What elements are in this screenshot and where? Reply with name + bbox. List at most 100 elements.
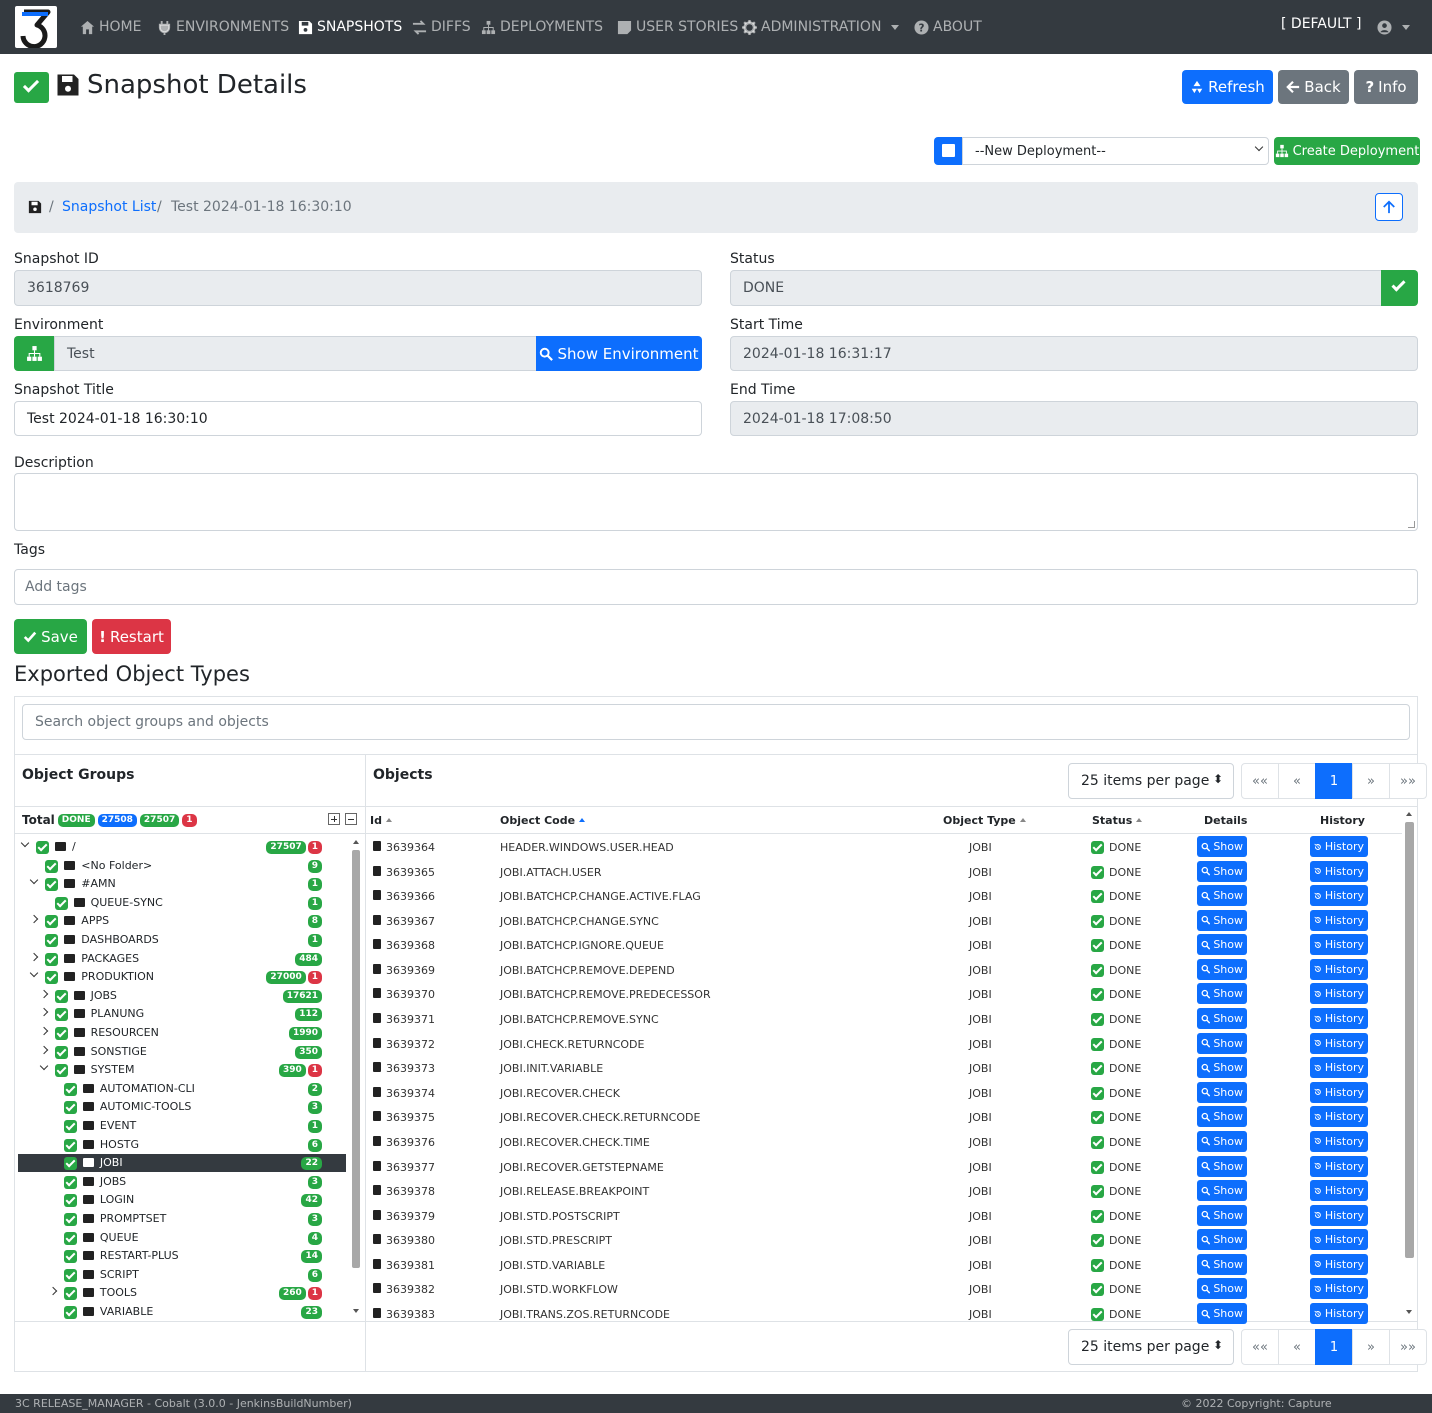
breadcrumb-snapshot-list-link[interactable]: Snapshot List xyxy=(62,199,156,215)
history-button[interactable]: History xyxy=(1310,1081,1368,1103)
tree-node[interactable]: PROMPTSET 3 xyxy=(18,1210,346,1228)
show-details-button[interactable]: Show xyxy=(1197,909,1247,931)
save-button[interactable]: Save xyxy=(14,619,87,654)
tree-node[interactable]: EVENT 1 xyxy=(18,1117,346,1135)
tree-node[interactable]: JOBS 17621 xyxy=(18,987,346,1005)
tree-node[interactable]: PRODUKTION 27000 1 xyxy=(18,968,346,986)
show-details-button[interactable]: Show xyxy=(1197,1081,1247,1103)
history-button[interactable]: History xyxy=(1310,909,1368,931)
items-per-page-select[interactable]: 25 items per page xyxy=(1068,1329,1234,1365)
nav-administration[interactable]: ADMINISTRATION xyxy=(742,18,900,36)
nav-deployments[interactable]: DEPLOYMENTS xyxy=(481,18,603,36)
checkbox-checked-icon[interactable] xyxy=(63,1250,77,1264)
show-details-button[interactable]: Show xyxy=(1197,1180,1247,1202)
page-first-button[interactable]: «« xyxy=(1241,763,1279,799)
tree-node[interactable]: DASHBOARDS 1 xyxy=(18,931,346,949)
history-button[interactable]: History xyxy=(1310,1303,1368,1325)
chevron-down-icon[interactable] xyxy=(30,968,39,978)
restart-button[interactable]: ! Restart xyxy=(92,619,171,654)
app-logo[interactable] xyxy=(15,6,57,48)
checkbox-checked-icon[interactable] xyxy=(54,1064,68,1078)
column-header-status[interactable]: Status xyxy=(1092,814,1143,827)
show-details-button[interactable]: Show xyxy=(1197,836,1247,857)
history-button[interactable]: History xyxy=(1310,1180,1368,1202)
show-details-button[interactable]: Show xyxy=(1197,1106,1247,1128)
tree-scrollbar[interactable] xyxy=(350,836,362,1320)
history-button[interactable]: History xyxy=(1310,983,1368,1005)
history-button[interactable]: History xyxy=(1310,1229,1368,1251)
history-button[interactable]: History xyxy=(1310,1253,1368,1275)
chevron-down-icon[interactable] xyxy=(20,838,30,848)
tree-node[interactable]: AUTOMIC-TOOLS 3 xyxy=(18,1098,346,1116)
show-details-button[interactable]: Show xyxy=(1197,1278,1247,1300)
checkbox-checked-icon[interactable] xyxy=(54,989,68,1003)
checkbox-checked-icon[interactable] xyxy=(63,1175,77,1189)
back-button[interactable]: Back xyxy=(1278,70,1349,104)
history-button[interactable]: History xyxy=(1310,1008,1368,1030)
tree-node[interactable]: RESOURCEN 1990 xyxy=(18,1024,346,1042)
checkbox-checked-icon[interactable] xyxy=(63,1120,77,1133)
page-number-button[interactable]: 1 xyxy=(1315,763,1353,799)
tree-node[interactable]: HOSTG 6 xyxy=(18,1136,346,1154)
show-details-button[interactable]: Show xyxy=(1197,1057,1247,1079)
history-button[interactable]: History xyxy=(1310,1204,1368,1226)
user-menu[interactable] xyxy=(1377,18,1410,36)
show-details-button[interactable]: Show xyxy=(1197,1130,1247,1152)
tree-node[interactable]: SCRIPT 6 xyxy=(18,1266,346,1284)
tree-node[interactable]: QUEUE-SYNC 1 xyxy=(18,894,346,912)
page-prev-button[interactable]: « xyxy=(1278,763,1316,799)
column-header-object-type[interactable]: Object Type xyxy=(943,814,1026,827)
chevron-right-icon[interactable] xyxy=(39,989,48,999)
checkbox-checked-icon[interactable] xyxy=(45,934,59,947)
chevron-right-icon[interactable] xyxy=(39,1045,48,1054)
checkbox-checked-icon[interactable] xyxy=(63,1194,77,1208)
checkbox-checked-icon[interactable] xyxy=(54,1045,68,1059)
tenant-label[interactable]: [ DEFAULT ] xyxy=(1281,15,1361,33)
show-details-button[interactable]: Show xyxy=(1197,1204,1247,1226)
history-button[interactable]: History xyxy=(1310,1057,1368,1079)
tree-node[interactable]: SYSTEM 390 1 xyxy=(18,1061,346,1079)
chevron-right-icon[interactable] xyxy=(48,1287,58,1296)
checkbox-checked-icon[interactable] xyxy=(63,1082,77,1096)
expand-all-icon[interactable] xyxy=(328,813,340,825)
create-deployment-button[interactable]: Create Deployment xyxy=(1274,137,1420,165)
tree-node[interactable]: VARIABLE 23 xyxy=(18,1303,346,1321)
deployment-select[interactable]: --New Deployment-- xyxy=(962,137,1269,165)
show-details-button[interactable]: Show xyxy=(1197,1253,1247,1275)
show-details-button[interactable]: Show xyxy=(1197,1303,1247,1325)
checkbox-checked-icon[interactable] xyxy=(45,878,59,892)
nav-snapshots[interactable]: SNAPSHOTS xyxy=(298,18,402,36)
column-header-object-code[interactable]: Object Code xyxy=(500,814,586,827)
description-textarea[interactable] xyxy=(14,473,1418,531)
show-environment-button[interactable]: Show Environment xyxy=(536,336,702,371)
history-button[interactable]: History xyxy=(1310,934,1368,956)
search-object-input[interactable]: Search object groups and objects xyxy=(22,704,1410,740)
checkbox-checked-icon[interactable] xyxy=(63,1157,77,1171)
checkbox-checked-icon[interactable] xyxy=(45,971,59,985)
checkbox-checked-icon[interactable] xyxy=(63,1101,77,1115)
tree-node[interactable]: LOGIN 42 xyxy=(18,1191,346,1209)
page-prev-button[interactable]: « xyxy=(1278,1329,1316,1365)
chevron-right-icon[interactable] xyxy=(39,1008,48,1017)
show-details-button[interactable]: Show xyxy=(1197,934,1247,956)
show-details-button[interactable]: Show xyxy=(1197,1155,1247,1177)
history-button[interactable]: History xyxy=(1310,885,1368,907)
tree-node[interactable]: PACKAGES 484 xyxy=(18,950,346,968)
history-button[interactable]: History xyxy=(1310,836,1368,857)
show-details-button[interactable]: Show xyxy=(1197,983,1247,1005)
history-button[interactable]: History xyxy=(1310,958,1368,980)
checkbox-checked-icon[interactable] xyxy=(45,859,59,873)
show-details-button[interactable]: Show xyxy=(1197,1032,1247,1054)
nav-about[interactable]: ? ABOUT xyxy=(914,18,982,36)
table-scrollbar[interactable] xyxy=(1403,808,1416,1320)
items-per-page-select[interactable]: 25 items per page xyxy=(1068,763,1234,799)
checkbox-checked-icon[interactable] xyxy=(63,1231,77,1245)
tree-node[interactable]: #AMN 1 xyxy=(18,875,346,893)
column-header-id[interactable]: Id xyxy=(370,814,392,827)
tree-node[interactable]: PLANUNG 112 xyxy=(18,1005,346,1023)
checkbox-checked-icon[interactable] xyxy=(54,1027,68,1040)
show-details-button[interactable]: Show xyxy=(1197,1229,1247,1251)
tree-node[interactable]: / 27507 1 xyxy=(18,838,346,856)
nav-diffs[interactable]: DIFFS xyxy=(412,18,471,36)
tree-node[interactable]: TOOLS 260 1 xyxy=(18,1284,346,1302)
